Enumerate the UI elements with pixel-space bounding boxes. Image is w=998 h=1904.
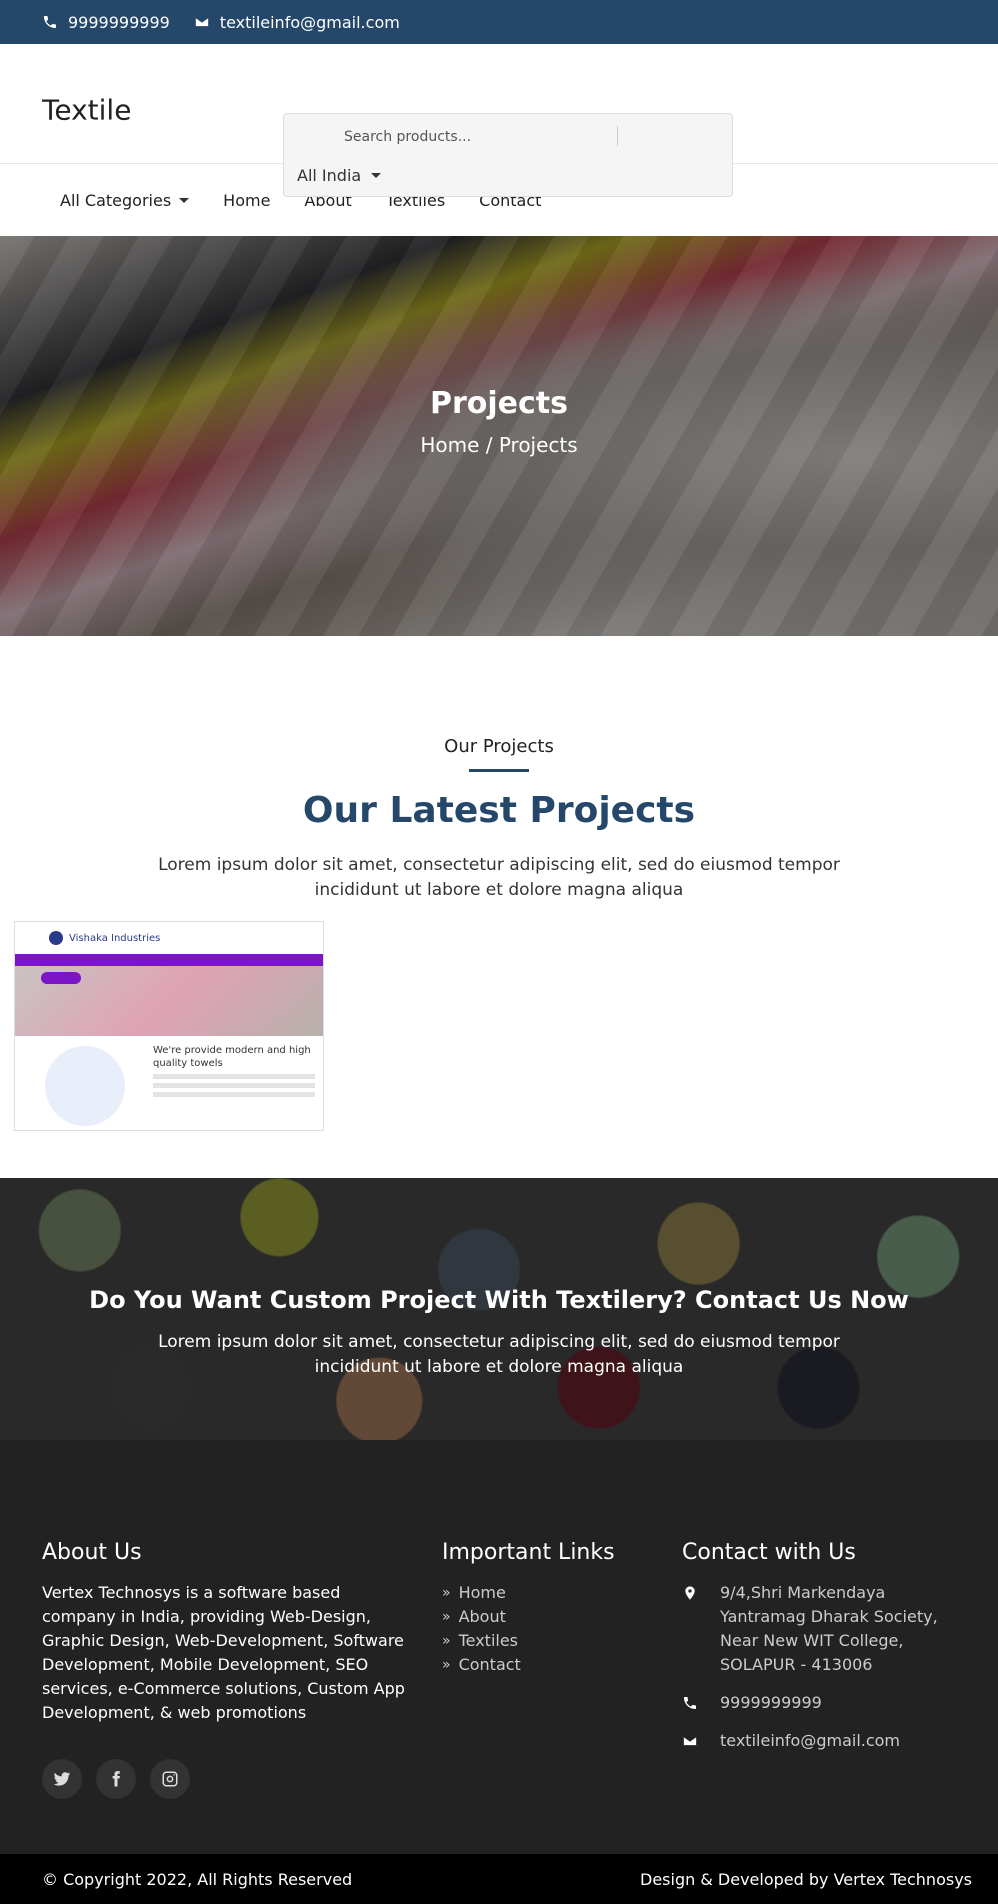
footer-contact: Contact with Us 9/4,Shri Markendaya Yant… (682, 1540, 972, 1767)
footer-phone[interactable]: 9999999999 (682, 1691, 972, 1715)
footer-address: 9/4,Shri Markendaya Yantramag Dharak Soc… (682, 1581, 972, 1677)
search-divider (617, 126, 618, 146)
footer-about-text: Vertex Technosys is a software based com… (42, 1583, 405, 1722)
thumb-brand: Vishaka Industries (69, 932, 161, 944)
phone-icon (44, 16, 56, 28)
footer-phone-text: 9999999999 (720, 1693, 822, 1712)
top-email[interactable]: textileinfo@gmail.com (194, 13, 400, 32)
footer-email-text: textileinfo@gmail.com (720, 1731, 901, 1750)
footer-link-textiles[interactable]: » Textiles (442, 1629, 662, 1653)
site-footer: About Us Vertex Technosys is a software … (0, 1440, 998, 1854)
projects-section: Our Projects Our Latest Projects Lorem i… (0, 636, 998, 1178)
project-thumbnail[interactable]: Vishaka Industries We're provide modern … (14, 921, 324, 1131)
chevron-double-right-icon: » (442, 1584, 451, 1601)
top-contact-bar: 9999999999 textileinfo@gmail.com (0, 0, 998, 44)
envelope-icon (682, 1735, 698, 1747)
section-subtitle: Our Projects (444, 736, 554, 757)
footer-link-home[interactable]: » Home (442, 1581, 662, 1605)
cta-title: Do You Want Custom Project With Textiler… (89, 1286, 909, 1314)
footer-links-title: Important Links (442, 1540, 615, 1565)
social-links (42, 1759, 412, 1799)
hero-banner: Projects Home / Projects (0, 236, 998, 636)
facebook-icon[interactable] (96, 1759, 136, 1799)
site-logo[interactable]: Textile (42, 94, 131, 127)
footer-links: Important Links » Home » About » Textiles »… (442, 1540, 662, 1677)
footer-address-text: 9/4,Shri Markendaya Yantramag Dharak Soc… (720, 1583, 938, 1674)
top-email-text: textileinfo@gmail.com (219, 12, 400, 32)
section-title: Our Latest Projects (302, 790, 696, 831)
chevron-double-right-icon: » (442, 1632, 451, 1649)
thumb-logo-icon (49, 931, 63, 945)
envelope-icon (194, 16, 209, 28)
nav-all-categories[interactable]: All Categories (60, 190, 190, 210)
credit-text[interactable]: Design & Developed by Vertex Technosys (640, 1870, 972, 1889)
footer-email[interactable]: textileinfo@gmail.com (682, 1729, 972, 1753)
thumb-tagline: We're provide modern and high quality to… (153, 1045, 311, 1069)
copyright-bar: © Copyright 2022, All Rights Reserved De… (0, 1854, 998, 1904)
footer-link-about[interactable]: » About (442, 1605, 662, 1629)
nav-home[interactable]: Home (223, 191, 270, 210)
instagram-icon[interactable] (150, 1759, 190, 1799)
search-input[interactable] (344, 124, 614, 150)
cta-description: Lorem ipsum dolor sit amet, consectetur … (158, 1332, 840, 1377)
footer-contact-title: Contact with Us (682, 1540, 856, 1565)
location-label: All India (297, 166, 362, 185)
site-header: Textile All India (0, 44, 998, 197)
phone-icon (684, 1697, 696, 1709)
location-dropdown[interactable]: All India (297, 166, 382, 185)
section-underline (469, 769, 529, 772)
nav-label: All Categories (60, 190, 172, 210)
breadcrumb[interactable]: Home / Projects (0, 433, 998, 457)
thumb-view-more-button (41, 972, 81, 984)
twitter-icon[interactable] (42, 1759, 82, 1799)
top-phone[interactable]: 9999999999 (42, 13, 170, 32)
thumb-illustration (15, 1036, 145, 1130)
thumb-nav-bar (15, 954, 323, 966)
chevron-double-right-icon: » (442, 1608, 451, 1625)
section-description: Lorem ipsum dolor sit amet, consectetur … (158, 855, 840, 900)
footer-about: About Us Vertex Technosys is a software … (42, 1540, 412, 1799)
cta-banner: Do You Want Custom Project With Textiler… (0, 1178, 998, 1440)
page-title: Projects (429, 386, 568, 421)
chevron-down-icon (371, 173, 382, 178)
map-pin-icon (685, 1586, 695, 1600)
footer-about-title: About Us (42, 1540, 142, 1565)
top-phone-text: 9999999999 (68, 12, 170, 32)
copyright-text: © Copyright 2022, All Rights Reserved (42, 1869, 353, 1889)
footer-link-contact[interactable]: » Contact (442, 1653, 662, 1677)
search-box: All India (283, 113, 733, 197)
thumb-lower: We're provide modern and high quality to… (15, 1036, 323, 1130)
thumb-banner-image (15, 966, 323, 1036)
chevron-down-icon (179, 197, 190, 203)
chevron-double-right-icon: » (442, 1656, 451, 1673)
thumb-header: Vishaka Industries (15, 922, 323, 954)
thumb-text: We're provide modern and high quality to… (145, 1036, 323, 1130)
